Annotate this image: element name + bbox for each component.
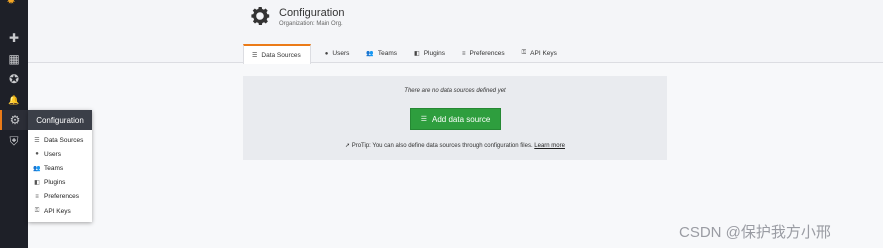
plugin-icon: ◧ [34,180,40,187]
menu-item-label: Preferences [44,193,80,201]
tab-label: Teams [377,50,398,57]
page-header: Configuration Organization: Main Org. ☰ … [28,0,883,64]
menu-item-label: API Keys [44,207,71,215]
empty-message: There are no data sources defined yet [404,88,506,94]
tab-label: Preferences [469,50,505,57]
teams-icon: 👥 [33,165,41,172]
page-subtitle: Organization: Main Org. [279,21,343,27]
explore-icon[interactable]: ✪ [0,69,28,89]
tab-preferences[interactable]: ≡ Preferences [454,44,514,63]
tab-teams[interactable]: 👥 Teams [358,44,406,63]
menu-item-label: Data Sources [44,136,84,144]
menu-item-data-sources[interactable]: ☰ Data Sources [28,133,92,147]
menu-item-label: Plugins [44,179,66,187]
sliders-icon: ≡ [462,50,466,57]
tab-label: Users [332,50,350,57]
dashboards-icon[interactable]: ▦ [0,49,28,69]
add-data-source-label: Add data source [432,114,491,124]
add-data-source-button[interactable]: ☰ Add data source [410,108,501,130]
configuration-gear-icon[interactable]: ⚙ [0,110,28,130]
side-menu: ✹ ✚ ▦ ✪ 🔔 ⚙ ⛨ [0,0,28,248]
page-title: Configuration [279,7,345,19]
dropdown-header[interactable]: Configuration [28,110,92,130]
menu-item-label: Users [44,150,61,158]
tab-label: Data Sources [261,51,301,59]
tab-data-sources[interactable]: ☰ Data Sources [243,44,311,64]
menu-item-label: Teams [44,164,64,172]
key-icon: ⚿ [521,50,527,56]
tab-plugins[interactable]: ◧ Plugins [406,44,454,63]
user-icon: ● [324,50,329,57]
grafana-logo-icon[interactable]: ✹ [6,0,20,6]
database-icon: ☰ [252,52,258,59]
tab-bar: ☰ Data Sources ● Users 👥 Teams ◧ Plugins… [243,44,566,64]
user-icon: ● [35,151,39,158]
plus-icon[interactable]: ✚ [0,28,28,48]
learn-more-link[interactable]: Learn more [534,143,565,149]
tab-users[interactable]: ● Users [317,44,359,63]
configuration-cog-icon [251,7,270,25]
tab-label: Plugins [423,50,446,57]
database-icon: ☰ [34,137,40,144]
menu-item-users[interactable]: ● Users [28,147,92,161]
database-icon: ☰ [420,116,427,123]
plugin-icon: ◧ [414,51,420,57]
protip-text: ProTip: You can also define data sources… [351,143,533,149]
server-admin-shield-icon[interactable]: ⛨ [0,131,28,151]
menu-item-api-keys[interactable]: ⚿ API Keys [28,204,92,218]
tab-label: API Keys [530,50,557,57]
configuration-dropdown-menu: Configuration ☰ Data Sources ● Users 👥 T… [28,110,92,223]
sliders-icon: ≡ [35,193,39,200]
alerting-bell-icon[interactable]: 🔔 [0,90,28,110]
key-icon: ⚿ [34,207,40,214]
teams-icon: 👥 [366,51,374,57]
menu-item-preferences[interactable]: ≡ Preferences [28,190,92,204]
rocket-icon: ➚ [345,143,351,149]
menu-item-teams[interactable]: 👥 Teams [28,161,92,175]
empty-list-panel: There are no data sources defined yet ☰ … [243,76,667,160]
menu-item-plugins[interactable]: ◧ Plugins [28,176,92,190]
watermark: CSDN @保护我方小邢 [679,224,831,241]
protip: ➚ ProTip: You can also define data sourc… [243,142,667,149]
tab-api-keys[interactable]: ⚿ API Keys [514,44,566,63]
